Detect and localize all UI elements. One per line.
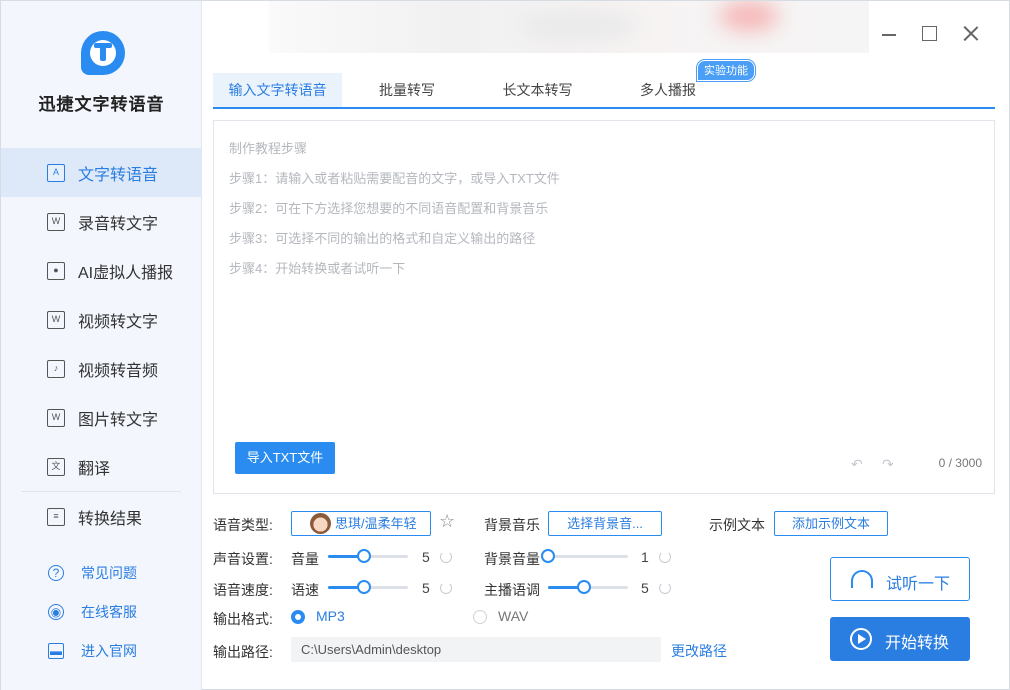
star-icon[interactable]: ☆: [439, 511, 455, 532]
app-window: 迅捷文字转语音 A 文字转语音 W 录音转文字 ● AI虚拟人播报 W 视频转文…: [0, 0, 1010, 690]
sidebar-nav: A 文字转语音 W 录音转文字 ● AI虚拟人播报 W 视频转文字 ♪ 视频转音…: [1, 148, 202, 541]
volume-value: 5: [422, 549, 430, 565]
app-logo-icon: [81, 31, 125, 75]
voice-type-label: 语音类型:: [213, 517, 273, 533]
sidebar-item-recording-to-text[interactable]: W 录音转文字: [1, 197, 202, 246]
voice-select-button[interactable]: 思琪/温柔年轻: [291, 511, 431, 536]
output-format-label: 输出格式:: [213, 611, 273, 627]
close-icon[interactable]: [960, 23, 982, 45]
results-icon: ≡: [47, 507, 65, 526]
sidebar-item-label: 录音转文字: [78, 215, 159, 233]
change-path-link[interactable]: 更改路径: [671, 641, 727, 661]
bgm-volume-value: 1: [641, 549, 649, 565]
placeholder-step: 步骤2：可在下方选择您想要的不同语音配置和背景音乐: [229, 201, 549, 216]
video-to-text-icon: W: [47, 310, 65, 329]
experimental-badge: 实验功能: [697, 60, 755, 81]
reset-volume-icon[interactable]: [440, 551, 452, 563]
import-txt-button[interactable]: 导入TXT文件: [235, 442, 335, 474]
sidebar-item-image-to-text[interactable]: W 图片转文字: [1, 393, 202, 442]
headset-icon: ◉: [48, 603, 64, 620]
sample-text-label: 示例文本: [709, 517, 765, 533]
volume-label: 音量: [291, 551, 319, 567]
select-bgm-button[interactable]: 选择背景音...: [548, 511, 662, 536]
sidebar: 迅捷文字转语音 A 文字转语音 W 录音转文字 ● AI虚拟人播报 W 视频转文…: [1, 1, 202, 690]
placeholder-step: 步骤1：请输入或者粘贴需要配音的文字，或导入TXT文件: [229, 171, 560, 186]
rate-value: 5: [422, 580, 430, 596]
ai-avatar-icon: ●: [47, 261, 65, 280]
sidebar-item-label: 图片转文字: [78, 411, 159, 429]
preview-label: 试听一下: [886, 576, 951, 593]
pitch-label: 主播语调: [484, 582, 540, 598]
placeholder-step: 步骤4：开始转换或者试听一下: [229, 261, 406, 276]
reset-bgm-volume-icon[interactable]: [659, 551, 671, 563]
voice-value: 思琪/温柔年轻: [335, 516, 417, 531]
avatar: [310, 513, 331, 534]
app-title: 迅捷文字转语音: [38, 95, 165, 114]
text-to-speech-icon: A: [47, 163, 65, 182]
char-counter: 0 / 3000: [938, 456, 982, 470]
sidebar-item-text-to-speech[interactable]: A 文字转语音: [1, 148, 202, 197]
mp3-radio[interactable]: [291, 610, 305, 624]
sidebar-item-video-to-audio[interactable]: ♪ 视频转音频: [1, 344, 202, 393]
rate-slider[interactable]: [328, 580, 408, 594]
wav-radio[interactable]: [473, 610, 487, 624]
sidebar-item-label: 转换结果: [78, 510, 143, 528]
translate-icon: 文: [47, 457, 65, 476]
faq-link[interactable]: ? 常见问题: [1, 553, 202, 592]
sidebar-item-label: 文字转语音: [78, 166, 159, 184]
speed-settings-label: 语音速度:: [213, 582, 273, 598]
start-convert-button[interactable]: 开始转换: [830, 617, 970, 661]
image-to-text-icon: W: [47, 408, 65, 427]
bgm-volume-label: 背景音量: [484, 551, 540, 567]
output-path-field[interactable]: C:\Users\Admin\desktop: [291, 637, 661, 662]
text-input-area[interactable]: 制作教程步骤 步骤1：请输入或者粘贴需要配音的文字，或导入TXT文件 步骤2：可…: [213, 120, 995, 494]
pitch-slider[interactable]: [548, 580, 628, 594]
volume-slider[interactable]: [328, 549, 408, 563]
bgm-label: 背景音乐: [484, 517, 540, 533]
sidebar-item-label: AI虚拟人播报: [78, 264, 174, 282]
sidebar-item-translate[interactable]: 文 翻译: [1, 442, 202, 491]
tab-batch[interactable]: 批量转写: [342, 73, 472, 107]
sidebar-item-ai-avatar[interactable]: ● AI虚拟人播报: [1, 246, 202, 295]
start-label: 开始转换: [885, 635, 950, 652]
placeholder-step: 步骤3：可选择不同的输出的格式和自定义输出的路径: [229, 231, 536, 246]
undo-icon[interactable]: ↶: [851, 457, 867, 471]
headphones-icon: [851, 570, 873, 588]
help-links: ? 常见问题 ◉ 在线客服 ▬ 进入官网: [1, 553, 202, 670]
play-icon: [850, 628, 872, 650]
support-label: 在线客服: [81, 603, 137, 620]
website-link[interactable]: ▬ 进入官网: [1, 631, 202, 670]
sidebar-item-label: 翻译: [78, 460, 111, 478]
add-sample-button[interactable]: 添加示例文本: [774, 511, 888, 536]
video-to-audio-icon: ♪: [47, 359, 65, 378]
sidebar-item-label: 视频转音频: [78, 362, 159, 380]
sidebar-item-label: 视频转文字: [78, 313, 159, 331]
preview-button[interactable]: 试听一下: [830, 557, 970, 601]
tab-long-text[interactable]: 长文本转写: [472, 73, 603, 107]
question-icon: ?: [48, 564, 64, 581]
rate-label: 语速: [291, 582, 319, 598]
tab-input-text-to-speech[interactable]: 输入文字转语音: [213, 73, 342, 107]
reset-rate-icon[interactable]: [440, 582, 452, 594]
placeholder-title: 制作教程步骤: [229, 141, 308, 156]
bgm-volume-slider[interactable]: [541, 549, 628, 563]
sidebar-item-results[interactable]: ≡ 转换结果: [1, 492, 202, 541]
tab-bar: 输入文字转语音 批量转写 长文本转写 多人播报: [213, 73, 995, 109]
support-link[interactable]: ◉ 在线客服: [1, 592, 202, 631]
top-banner: [269, 1, 869, 53]
mp3-label: MP3: [316, 608, 345, 624]
wav-label: WAV: [498, 608, 529, 624]
website-label: 进入官网: [81, 642, 137, 659]
sidebar-item-video-to-text[interactable]: W 视频转文字: [1, 295, 202, 344]
output-path-label: 输出路径:: [213, 644, 273, 660]
pitch-value: 5: [641, 580, 649, 596]
faq-label: 常见问题: [81, 564, 137, 581]
minimize-icon[interactable]: [879, 23, 901, 45]
sound-settings-label: 声音设置:: [213, 551, 273, 567]
monitor-icon: ▬: [48, 642, 64, 659]
reset-pitch-icon[interactable]: [659, 582, 671, 594]
recording-to-text-icon: W: [47, 212, 65, 231]
maximize-icon[interactable]: [919, 23, 941, 45]
redo-icon[interactable]: ↷: [882, 457, 898, 471]
